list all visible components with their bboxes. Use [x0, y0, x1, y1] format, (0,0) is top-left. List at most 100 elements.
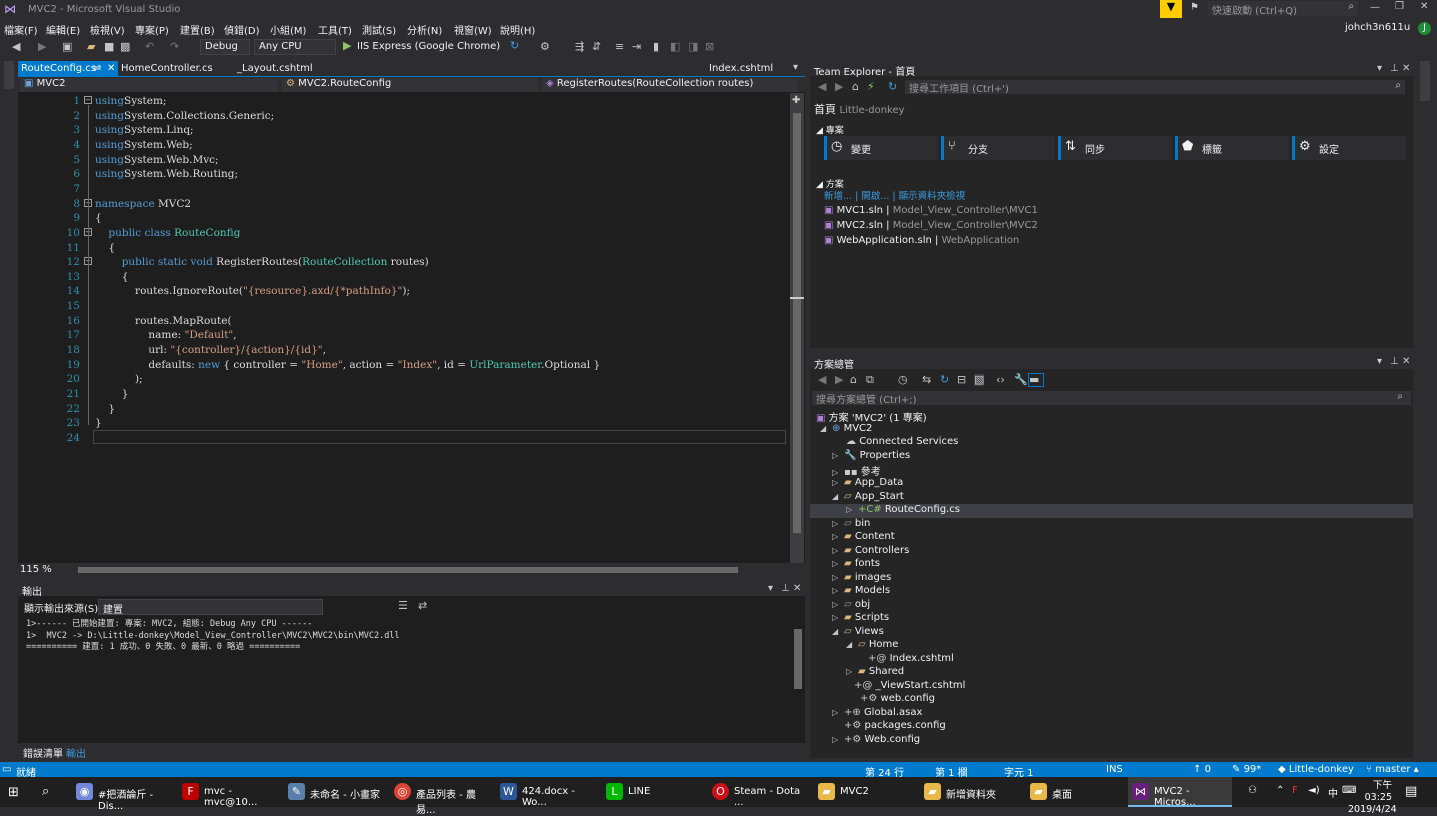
code-line[interactable]: public static void RegisterRoutes(RouteC… [95, 256, 429, 268]
refresh-icon[interactable]: ↻ [510, 40, 519, 52]
collapsed-icon[interactable]: ▷ [832, 735, 844, 744]
menu-window[interactable]: 視窗(W) [454, 22, 492, 37]
browser-link-icon[interactable]: ⚙ [540, 41, 550, 53]
taskbar-desktop[interactable]: ▰ 桌面 [1026, 777, 1126, 807]
code-line[interactable]: } [95, 403, 115, 415]
taskbar-discord[interactable]: ◉ #把酒論斤 - Dis... [72, 777, 176, 812]
show-all-files-icon[interactable]: ▧ [974, 374, 985, 386]
solution-item[interactable]: ▣ MVC1.sln | Model_View_Controller\MVC1 [824, 205, 1038, 216]
member-nav-select[interactable]: ◈ RegisterRoutes(RouteCollection routes) [542, 78, 798, 92]
tray-expand-icon[interactable]: ⌃ [1276, 785, 1284, 796]
refresh-icon[interactable]: ↻ [940, 374, 949, 386]
dropdown-icon[interactable]: ▾ [1377, 356, 1382, 367]
tree-item[interactable]: ▷ 🔧 Properties [832, 450, 910, 461]
tree-item[interactable]: +@ Index.cshtml [868, 653, 954, 664]
tree-item[interactable]: ▷ ▱ bin [832, 518, 870, 529]
collapsed-icon[interactable]: ▷ [832, 586, 844, 595]
collapse-outline-icon[interactable]: − [84, 96, 92, 104]
server-explorer-tab[interactable] [4, 61, 14, 89]
folder-view-link[interactable]: 顯示資料夾檢視 [899, 191, 966, 202]
code-line[interactable]: } [95, 417, 102, 429]
tree-item[interactable]: +⚙ packages.config [844, 720, 946, 731]
solution-search-input[interactable]: 搜尋方案總管 (Ctrl+;) ⌕ [812, 391, 1411, 406]
tree-item[interactable]: ▷ ▰ Shared [846, 666, 904, 677]
new-project-icon[interactable]: ▣ [62, 41, 72, 53]
tile-changes[interactable]: ◷ 變更 [824, 136, 938, 160]
filezilla-tray-icon[interactable]: F [1292, 785, 1298, 796]
solution-item[interactable]: ▣ MVC2.sln | Model_View_Controller\MVC2 [824, 220, 1038, 231]
clear-bookmark-icon[interactable]: ⊠ [705, 41, 714, 53]
code-line[interactable]: public class RouteConfig [95, 227, 240, 239]
taskbar-visual-studio[interactable]: ⋈ MVC2 - Micros... [1128, 777, 1232, 808]
menu-team[interactable]: 小組(M) [270, 22, 306, 37]
properties-tab[interactable] [1420, 61, 1430, 101]
close-icon[interactable]: ✕ [107, 63, 115, 74]
minimize-button[interactable]: — [1370, 2, 1380, 13]
code-line[interactable]: usingSystem.Web.Routing; [95, 168, 238, 180]
forward-icon[interactable]: ▶ [835, 374, 843, 386]
collapsed-icon[interactable]: ▷ [846, 667, 858, 676]
next-bookmark-icon[interactable]: ◨ [688, 41, 698, 53]
horizontal-scroll-thumb[interactable] [78, 567, 738, 573]
back-icon[interactable]: ◀ [818, 374, 826, 386]
code-line[interactable]: usingSystem; [95, 95, 166, 107]
code-line[interactable]: } [95, 388, 129, 400]
tree-item[interactable]: ◢ ▱ Views [832, 626, 884, 637]
collapsed-icon[interactable]: ▷ [846, 505, 858, 514]
status-repo[interactable]: ◆ Little-donkey [1278, 764, 1354, 775]
output-source-select[interactable]: 建置 [98, 599, 323, 616]
collapsed-icon[interactable]: ▷ [832, 519, 844, 528]
taskbar-new-folder[interactable]: ▰ 新增資料夾 [920, 777, 1024, 807]
status-push[interactable]: ↑ 0 [1193, 764, 1211, 775]
notification-icon[interactable]: ▤ [1405, 784, 1417, 799]
windows-start-icon[interactable]: ⊞ [8, 785, 19, 800]
connect-icon[interactable]: ⚡ [867, 81, 875, 93]
menu-build[interactable]: 建置(B) [180, 22, 215, 37]
tree-item[interactable]: ▷ ▱ obj [832, 599, 870, 610]
collapsed-icon[interactable]: ▷ [832, 451, 844, 460]
forward-icon[interactable]: ▶ [38, 41, 46, 53]
dropdown-icon[interactable]: ▾ [768, 583, 773, 594]
tile-sync[interactable]: ⇅ 同步 [1058, 136, 1172, 160]
pin-icon[interactable]: ⊥ [781, 583, 790, 594]
menu-file[interactable]: 檔案(F) [4, 22, 38, 37]
tile-settings[interactable]: ⚙ 設定 [1292, 136, 1406, 160]
editor-vertical-scrollbar[interactable]: ✚ [790, 93, 804, 563]
taskbar-line[interactable]: L LINE [602, 777, 706, 807]
new-solution-link[interactable]: 新增... [824, 191, 852, 202]
switch-views-icon[interactable]: ⧉ [866, 374, 874, 386]
open-folder-icon[interactable]: ▰ [87, 41, 95, 53]
quick-launch-input[interactable]: 快速啟動 (Ctrl+Q) ⌕ [1208, 1, 1358, 17]
tree-item[interactable]: ▷ ▰ Content [832, 531, 895, 542]
collapsed-icon[interactable]: ▷ [832, 708, 844, 717]
code-line[interactable]: defaults: new { controller = "Home", act… [95, 359, 600, 371]
tab-homecontroller[interactable]: HomeController.cs [118, 61, 216, 76]
expanded-icon[interactable]: ◢ [820, 424, 832, 433]
collapsed-icon[interactable]: ▷ [832, 468, 844, 477]
people-icon[interactable]: ⚇ [1248, 785, 1257, 796]
tree-item-selected[interactable]: ▷ +C# RouteConfig.cs [846, 504, 960, 515]
pin-icon[interactable]: ⊥ [1390, 356, 1399, 367]
run-button[interactable]: IIS Express (Google Chrome) [357, 41, 500, 52]
home-icon[interactable]: ⌂ [850, 374, 857, 386]
volume-icon[interactable]: ◄) [1308, 785, 1320, 796]
taskbar-folder-mvc2[interactable]: ▰ MVC2 [814, 777, 918, 807]
tab-overflow-icon[interactable]: ▾ [793, 62, 798, 73]
taskbar-paint[interactable]: ✎ 未命名 - 小畫家 [284, 777, 388, 807]
avatar[interactable]: J [1418, 22, 1431, 35]
pin-icon[interactable]: ⊥ [1390, 63, 1399, 74]
taskbar-steam[interactable]: O Steam - Dota ... [708, 777, 812, 808]
clear-output-icon[interactable]: ☰ [398, 600, 408, 612]
work-item-search[interactable]: 搜尋工作項目 (Ctrl+') ⌕ [905, 80, 1405, 95]
view-code-icon[interactable]: ‹› [996, 374, 1005, 386]
tree-item[interactable]: ▷ ▰ images [832, 572, 891, 583]
search-icon[interactable]: ⌕ [42, 784, 49, 799]
close-icon[interactable]: ✕ [1402, 356, 1410, 367]
back-icon[interactable]: ◀ [12, 41, 20, 53]
expanded-icon[interactable]: ◢ [846, 640, 858, 649]
tab-output[interactable]: 輸出 [66, 745, 86, 760]
output-scroll-thumb[interactable] [794, 629, 802, 689]
collapse-all-icon[interactable]: ⊟ [957, 374, 966, 386]
project-section-header[interactable]: ◢ 專案 [816, 123, 844, 136]
word-wrap-icon[interactable]: ⇄ [418, 600, 427, 612]
